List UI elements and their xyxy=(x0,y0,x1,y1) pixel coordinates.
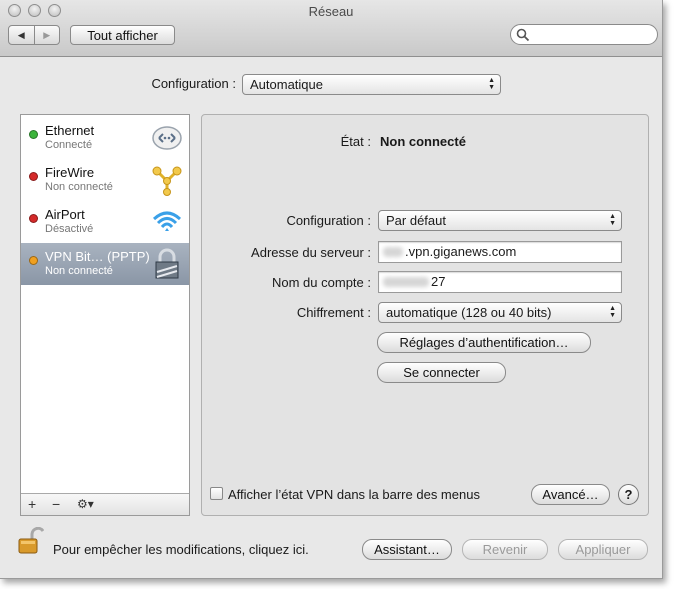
add-service-button[interactable]: + xyxy=(28,496,36,512)
service-item-firewire[interactable]: FireWire Non connecté xyxy=(21,159,189,201)
connect-button[interactable]: Se connecter xyxy=(377,362,506,383)
lock-open-icon[interactable] xyxy=(18,527,44,555)
window-title: Réseau xyxy=(308,4,354,19)
show-vpn-status-label: Afficher l’état VPN dans la barre des me… xyxy=(228,487,480,502)
location-popup[interactable]: Automatique ▲ ▼ xyxy=(242,74,501,95)
advanced-button[interactable]: Avancé… xyxy=(531,484,610,505)
authentication-settings-button[interactable]: Réglages d’authentification… xyxy=(377,332,591,353)
account-name-label: Nom du compte : xyxy=(272,275,371,290)
vpn-lock-icon xyxy=(155,248,179,279)
service-list: Ethernet Connecté FireWire Non connecté … xyxy=(20,114,190,516)
service-status: Connecté xyxy=(45,139,93,151)
encryption-value: automatique (128 ou 40 bits) xyxy=(386,305,552,320)
server-address-field[interactable]: .vpn.giganews.com xyxy=(378,241,622,263)
show-all-button[interactable]: Tout afficher xyxy=(70,25,175,45)
server-address-label: Adresse du serveur : xyxy=(251,245,371,260)
search-input[interactable] xyxy=(531,27,653,43)
encryption-popup[interactable]: automatique (128 ou 40 bits) ▲ ▼ xyxy=(378,302,622,323)
status-dot-red-icon xyxy=(29,172,38,181)
show-vpn-status-checkbox[interactable] xyxy=(210,487,223,500)
service-name: Ethernet xyxy=(45,123,95,138)
server-address-value: .vpn.giganews.com xyxy=(405,244,517,259)
ethernet-icon xyxy=(152,126,182,150)
popup-arrows-icon: ▲ ▼ xyxy=(488,77,495,91)
vpn-config-value: Par défaut xyxy=(386,213,446,228)
apply-button[interactable]: Appliquer xyxy=(558,539,648,560)
vpn-config-popup[interactable]: Par défaut ▲ ▼ xyxy=(378,210,622,231)
service-name: FireWire xyxy=(45,165,95,180)
search-icon xyxy=(516,28,530,42)
popup-arrows-icon: ▲ ▼ xyxy=(609,213,616,227)
lock-instruction-text: Pour empêcher les modifications, cliquez… xyxy=(53,542,309,557)
service-item-vpn[interactable]: VPN Bit… (PPTP) Non connecté xyxy=(21,243,189,285)
forward-arrow-icon[interactable]: ▶ xyxy=(33,26,60,44)
redacted-text xyxy=(383,247,403,257)
service-status: Non connecté xyxy=(45,265,113,277)
service-status: Non connecté xyxy=(45,181,113,193)
service-name: VPN Bit… (PPTP) xyxy=(45,249,150,264)
location-value: Automatique xyxy=(250,77,323,92)
remove-service-button[interactable]: − xyxy=(52,496,60,512)
popup-arrows-icon: ▲ ▼ xyxy=(609,305,616,319)
revert-button[interactable]: Revenir xyxy=(462,539,548,560)
gear-icon[interactable]: ⚙▾ xyxy=(77,497,94,511)
location-label: Configuration : xyxy=(151,76,236,91)
service-name: AirPort xyxy=(45,207,85,222)
help-button[interactable]: ? xyxy=(618,484,639,505)
status-dot-yellow-icon xyxy=(29,256,38,265)
network-preferences-window: Réseau ◀ ▶ Tout afficher Configuration :… xyxy=(0,0,663,579)
status-dot-green-icon xyxy=(29,130,38,139)
search-field[interactable] xyxy=(510,24,658,45)
account-name-value: 27 xyxy=(431,274,446,289)
airport-wifi-icon xyxy=(152,211,182,231)
state-value: Non connecté xyxy=(380,134,466,149)
service-item-ethernet[interactable]: Ethernet Connecté xyxy=(21,117,189,159)
assistant-button[interactable]: Assistant… xyxy=(362,539,452,560)
service-list-toolbar: + − ⚙▾ xyxy=(21,493,189,515)
service-status: Désactivé xyxy=(45,223,94,235)
vpn-config-label: Configuration : xyxy=(286,213,371,228)
firewire-icon xyxy=(152,166,182,196)
redacted-text xyxy=(383,277,429,287)
back-arrow-icon[interactable]: ◀ xyxy=(9,26,34,44)
titlebar: Réseau ◀ ▶ Tout afficher xyxy=(0,0,662,57)
back-forward-control: ◀ ▶ xyxy=(8,25,60,45)
status-dot-red-icon xyxy=(29,214,38,223)
account-name-field[interactable]: 27 xyxy=(378,271,622,293)
state-label: État : xyxy=(340,134,371,149)
encryption-label: Chiffrement : xyxy=(296,305,371,320)
service-item-airport[interactable]: AirPort Désactivé xyxy=(21,201,189,243)
